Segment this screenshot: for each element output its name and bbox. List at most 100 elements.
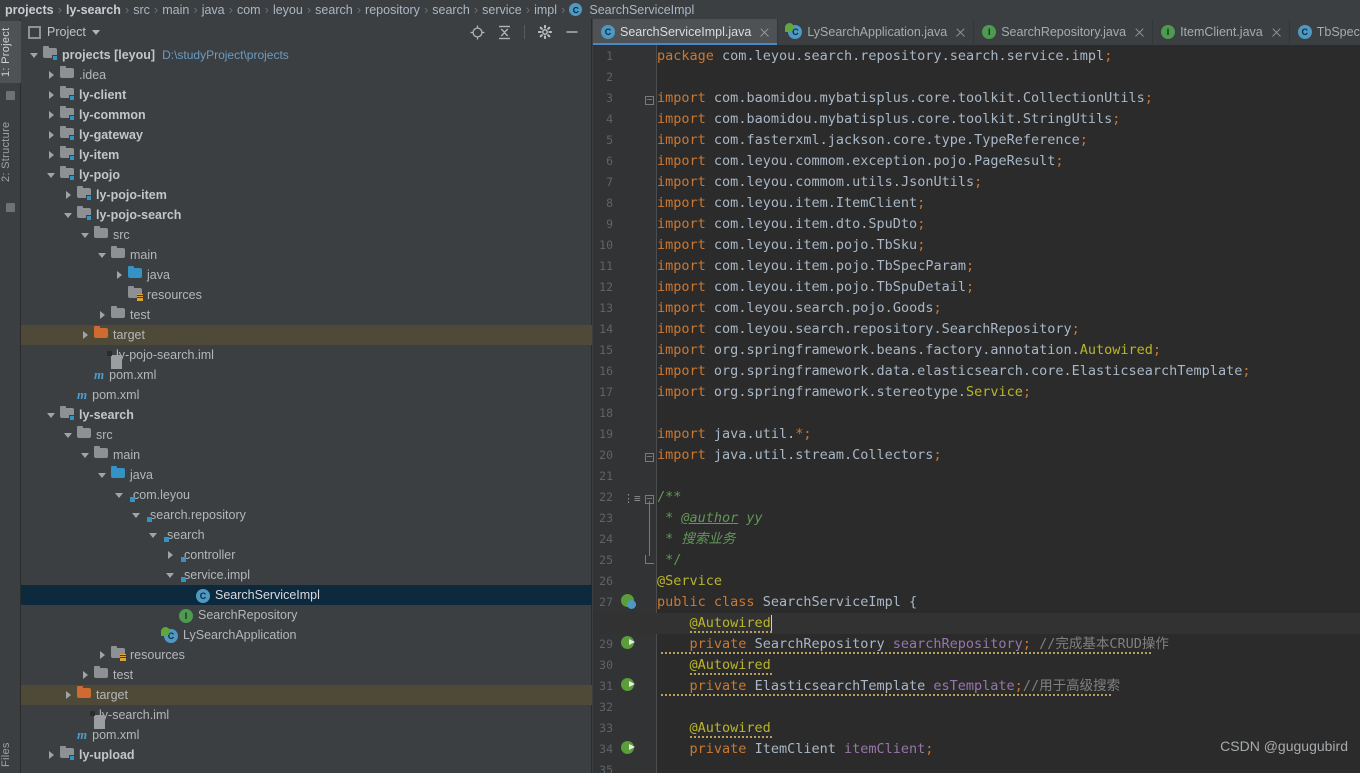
breadcrumb-item[interactable]: com — [234, 3, 264, 17]
chevron-right-icon[interactable] — [46, 70, 57, 81]
code-editor[interactable]: 1 2 3 4 5 6 7 8 9 10 11 12 13 14 15 16 17 18 19 20 21 22 23 24 2… — [593, 45, 1360, 773]
chevron-down-icon[interactable] — [46, 170, 57, 181]
collapse-all-icon[interactable] — [498, 25, 511, 40]
tree-item[interactable]: test — [21, 665, 592, 685]
tree-item[interactable]: controller — [21, 545, 592, 565]
breadcrumb-item[interactable]: search — [429, 3, 473, 17]
chevron-down-icon[interactable] — [91, 29, 100, 35]
chevron-right-icon[interactable] — [97, 650, 108, 661]
tree-item[interactable]: C LySearchApplication — [21, 625, 592, 645]
spring-autowired-icon[interactable] — [621, 634, 635, 655]
chevron-right-icon[interactable] — [63, 690, 74, 701]
chevron-right-icon[interactable] — [46, 150, 57, 161]
chevron-down-icon[interactable] — [80, 230, 91, 241]
editor-tab[interactable]: I ItemClient.java — [1153, 19, 1290, 45]
spring-autowired-icon[interactable] — [621, 739, 635, 760]
chevron-right-icon[interactable] — [80, 330, 91, 341]
tree-item[interactable]: target — [21, 685, 592, 705]
chevron-right-icon[interactable] — [63, 190, 74, 201]
minimize-icon[interactable] — [565, 25, 579, 39]
tree-item[interactable]: com.leyou — [21, 485, 592, 505]
tree-item[interactable]: src — [21, 425, 592, 445]
tree-item[interactable]: service.impl — [21, 565, 592, 585]
chevron-right-icon[interactable] — [80, 670, 91, 681]
chevron-down-icon[interactable] — [97, 250, 108, 261]
breadcrumb-current-class[interactable]: SearchServiceImpl — [586, 3, 697, 17]
breadcrumb-item[interactable]: src — [130, 3, 153, 17]
chevron-down-icon[interactable] — [165, 570, 176, 581]
breadcrumb-item[interactable]: ly-search — [63, 3, 124, 17]
tree-item[interactable]: test — [21, 305, 592, 325]
tree-item[interactable]: ly-pojo-search.iml — [21, 345, 592, 369]
spring-autowired-icon[interactable] — [621, 676, 635, 697]
chevron-down-icon[interactable] — [131, 510, 142, 521]
tree-item[interactable]: ly-client — [21, 85, 592, 105]
tree-item[interactable]: m pom.xml — [21, 385, 592, 405]
tree-item[interactable]: ly-common — [21, 105, 592, 125]
tree-item[interactable]: ly-search — [21, 405, 592, 425]
tree-item[interactable]: search — [21, 525, 592, 545]
chevron-right-icon[interactable] — [46, 90, 57, 101]
breadcrumb-item[interactable]: impl — [531, 3, 560, 17]
tree-item[interactable]: m pom.xml — [21, 365, 592, 385]
locate-in-tree-icon[interactable] — [470, 25, 485, 40]
editor-tab[interactable]: C LySearchApplication.java — [778, 19, 975, 45]
spring-bean-class-icon[interactable] — [621, 592, 636, 613]
tree-item[interactable]: java — [21, 465, 592, 485]
chevron-right-icon[interactable] — [46, 130, 57, 141]
tree-item[interactable]: ly-search.iml — [21, 705, 592, 729]
code-fold-toggle[interactable]: – — [645, 92, 654, 105]
chevron-right-icon[interactable] — [46, 110, 57, 121]
chevron-down-icon[interactable] — [97, 470, 108, 481]
close-icon[interactable] — [759, 27, 770, 38]
code-fold-toggle[interactable]: – — [645, 449, 654, 462]
tree-item[interactable]: .idea — [21, 65, 592, 85]
gear-icon[interactable] — [538, 25, 552, 39]
breadcrumb-item[interactable]: service — [479, 3, 525, 17]
tree-item[interactable]: java — [21, 265, 592, 285]
tree-item[interactable]: C SearchServiceImpl — [21, 585, 592, 605]
chevron-down-icon[interactable] — [46, 410, 57, 421]
tool-window-tab-files[interactable]: Files — [0, 735, 21, 773]
tool-window-tab-structure[interactable]: 2: Structure — [0, 111, 21, 193]
tool-window-tab-project[interactable]: 1: Project — [0, 21, 21, 83]
breadcrumb-item[interactable]: repository — [362, 3, 423, 17]
editor-gutter[interactable]: 1 2 3 4 5 6 7 8 9 10 11 12 13 14 15 16 17 18 19 20 21 22 23 24 2… — [593, 45, 674, 773]
chevron-right-icon[interactable] — [114, 270, 125, 281]
breadcrumb-item[interactable]: main — [159, 3, 192, 17]
tree-item[interactable]: target — [21, 325, 592, 345]
close-icon[interactable] — [955, 27, 966, 38]
tree-item[interactable]: ly-upload — [21, 745, 592, 765]
tree-item[interactable]: search.repository — [21, 505, 592, 525]
tree-item[interactable]: projects [leyou] D:\studyProject\projects — [21, 45, 592, 65]
breadcrumb-item[interactable]: projects — [2, 3, 57, 17]
tree-item[interactable]: ly-pojo-item — [21, 185, 592, 205]
chevron-right-icon[interactable] — [165, 550, 176, 561]
editor-tab[interactable]: I SearchRepository.java — [974, 19, 1154, 45]
breadcrumb-item[interactable]: java — [199, 3, 228, 17]
chevron-down-icon[interactable] — [114, 490, 125, 501]
editor-tab[interactable]: C TbSpecP — [1290, 19, 1360, 45]
project-tree[interactable]: projects [leyou] D:\studyProject\projects… — [21, 45, 592, 773]
chevron-right-icon[interactable] — [46, 750, 57, 761]
chevron-down-icon[interactable] — [63, 210, 74, 221]
close-icon[interactable] — [1271, 27, 1282, 38]
tree-item[interactable]: m pom.xml — [21, 725, 592, 745]
structure-marker-icon[interactable]: ⋮≡ — [623, 487, 641, 508]
tree-item[interactable]: src — [21, 225, 592, 245]
tree-item[interactable]: main — [21, 245, 592, 265]
tree-item[interactable]: main — [21, 445, 592, 465]
tree-item[interactable]: ly-pojo-search — [21, 205, 592, 225]
tree-item[interactable]: resources — [21, 285, 592, 305]
tree-item[interactable]: ly-gateway — [21, 125, 592, 145]
breadcrumb-item[interactable]: search — [312, 3, 356, 17]
chevron-down-icon[interactable] — [63, 430, 74, 441]
tree-item[interactable]: resources — [21, 645, 592, 665]
tree-item[interactable]: ly-item — [21, 145, 592, 165]
tree-item[interactable]: ly-pojo — [21, 165, 592, 185]
chevron-down-icon[interactable] — [29, 50, 40, 61]
tree-item[interactable]: I SearchRepository — [21, 605, 592, 625]
close-icon[interactable] — [1134, 27, 1145, 38]
breadcrumb-item[interactable]: leyou — [270, 3, 306, 17]
editor-tab[interactable]: C SearchServiceImpl.java — [593, 19, 779, 45]
